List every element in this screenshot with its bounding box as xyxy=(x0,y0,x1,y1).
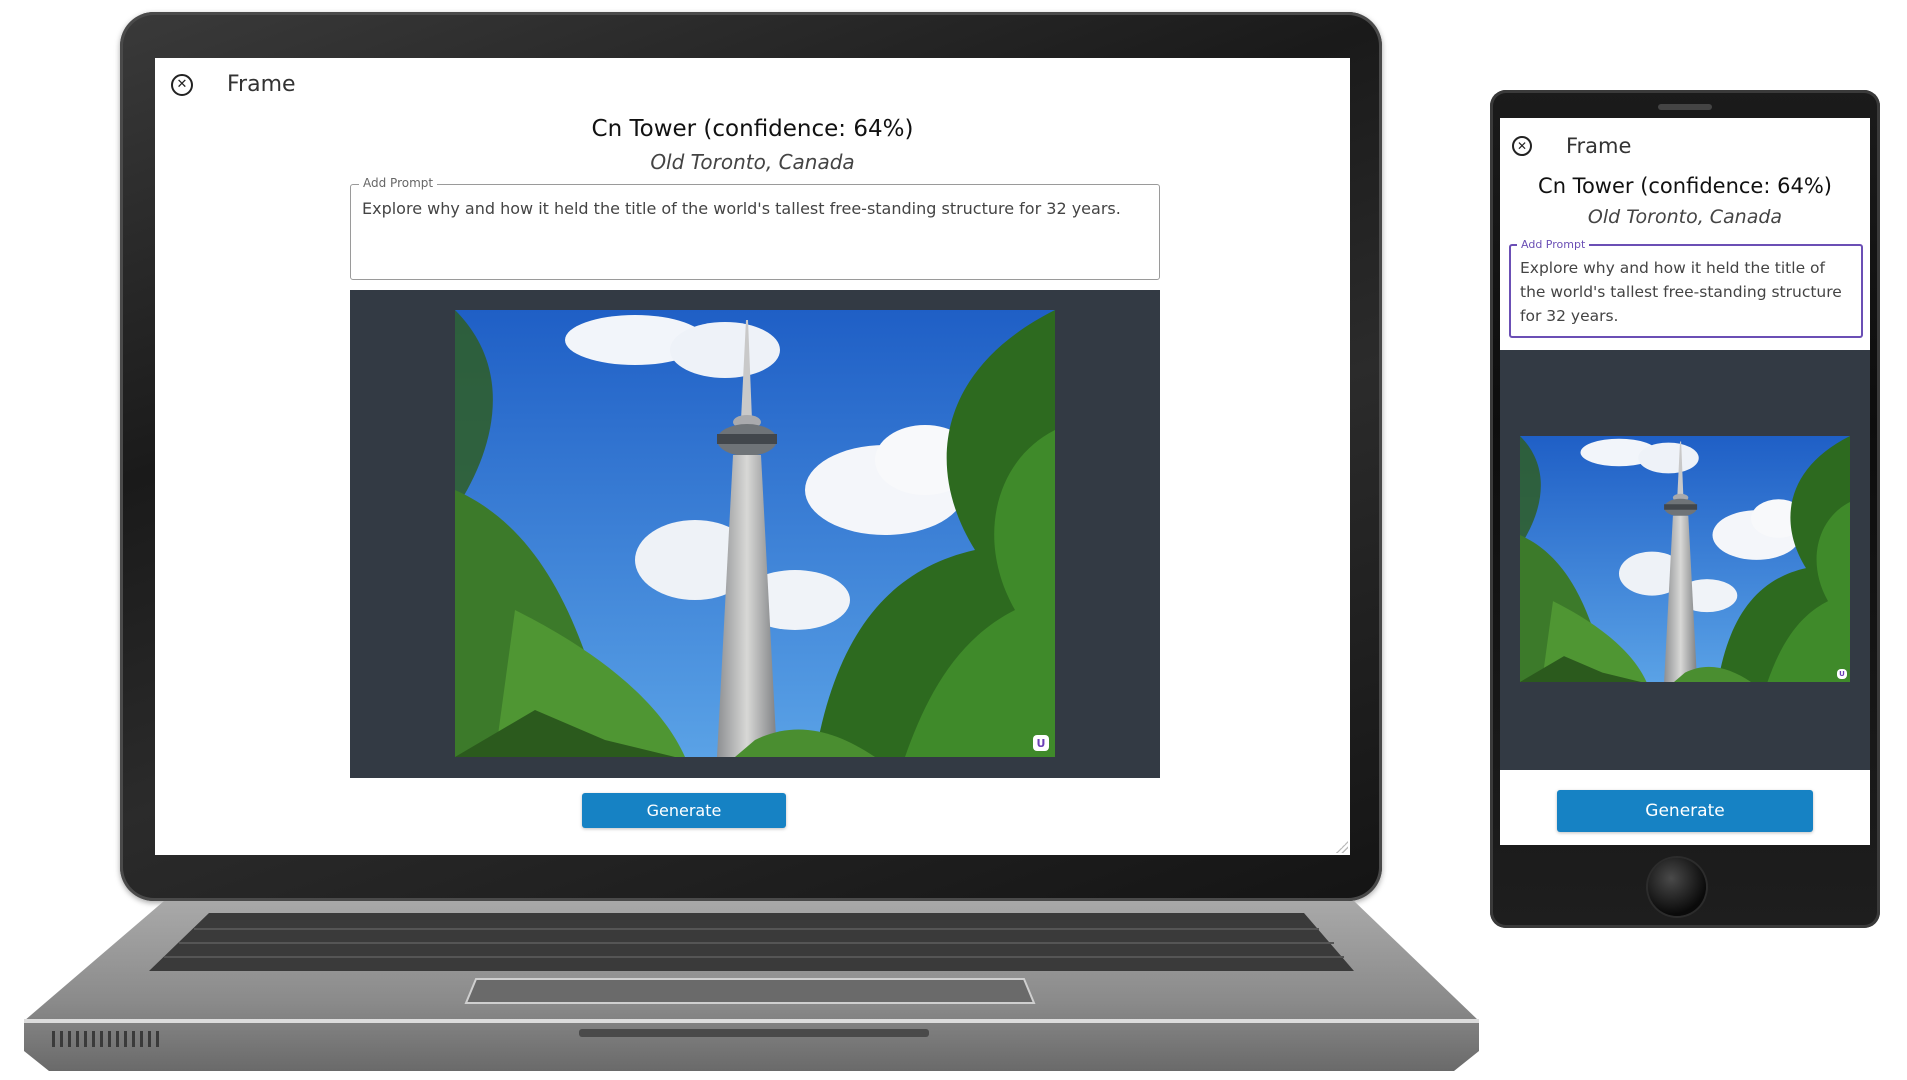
page-subtitle: Old Toronto, Canada xyxy=(650,150,855,174)
prompt-input[interactable]: Add Prompt Explore why and how it held t… xyxy=(350,176,1160,280)
app-header: ✕ Frame xyxy=(1512,134,1631,158)
page-subtitle: Old Toronto, Canada xyxy=(1587,206,1783,228)
image-panel: U xyxy=(1500,350,1870,770)
frame-label: Frame xyxy=(227,72,296,97)
prompt-input[interactable]: Add Prompt Explore why and how it held t… xyxy=(1509,238,1863,338)
close-icon[interactable]: ✕ xyxy=(171,73,193,96)
image-panel: U xyxy=(350,290,1160,778)
app-header: ✕ Frame xyxy=(171,72,296,97)
close-icon[interactable]: ✕ xyxy=(1512,136,1532,156)
prompt-text: Explore why and how it held the title of… xyxy=(1520,259,1842,326)
resize-grip-icon[interactable] xyxy=(1336,841,1348,853)
laptop-base xyxy=(24,901,1479,1071)
cn-tower-photo: U xyxy=(455,310,1055,757)
prompt-label: Add Prompt xyxy=(359,176,438,190)
generate-button[interactable]: Generate xyxy=(582,793,786,828)
page-title: Cn Tower (confidence: 64%) xyxy=(1538,174,1832,198)
prompt-label: Add Prompt xyxy=(1517,238,1590,251)
badge-icon: U xyxy=(1033,735,1049,751)
phone-screen: ✕ Frame Cn Tower (confidence: 64%) Old T… xyxy=(1500,118,1870,845)
prompt-text: Explore why and how it held the title of… xyxy=(362,199,1121,218)
laptop-screen: ✕ Frame Cn Tower (confidence: 64%) Old T… xyxy=(155,58,1350,855)
cn-tower-photo: U xyxy=(1520,436,1850,682)
page-title: Cn Tower (confidence: 64%) xyxy=(591,116,914,142)
generate-button[interactable]: Generate xyxy=(1557,790,1813,832)
badge-icon: U xyxy=(1837,669,1847,679)
home-button[interactable] xyxy=(1648,858,1706,916)
frame-label: Frame xyxy=(1566,134,1632,158)
phone-speaker xyxy=(1658,104,1712,110)
